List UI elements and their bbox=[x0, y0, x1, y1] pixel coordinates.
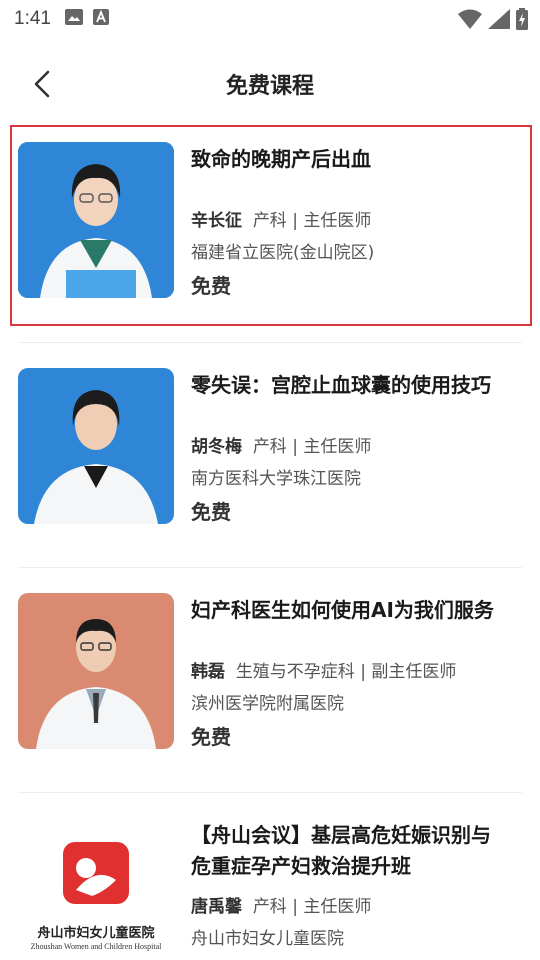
course-item[interactable]: 零失误：宫腔止血球囊的使用技巧 胡冬梅 产科 | 主任医师 南方医科大学珠江医院… bbox=[0, 350, 540, 576]
doctor-name: 韩磊 bbox=[191, 662, 225, 682]
doctor-photo bbox=[18, 368, 174, 524]
divider bbox=[18, 342, 522, 343]
status-bar: 1:41 bbox=[0, 0, 540, 38]
doctor-role: 产科 | 主任医师 bbox=[252, 897, 372, 917]
course-title[interactable]: 零失误：宫腔止血球囊的使用技巧 bbox=[191, 370, 531, 401]
course-title[interactable]: 致命的晚期产后出血 bbox=[191, 144, 531, 175]
hospital-name: 福建省立医院(金山院区) bbox=[191, 243, 375, 263]
status-time: 1:41 bbox=[14, 8, 51, 29]
doctor-role: 产科 | 主任医师 bbox=[252, 437, 372, 457]
price-label: 免费 bbox=[191, 274, 231, 298]
course-item[interactable]: 妇产科医生如何使用AI为我们服务 韩磊 生殖与不孕症科 | 副主任医师 滨州医学… bbox=[0, 575, 540, 801]
course-item[interactable]: 致命的晚期产后出血 辛长征 产科 | 主任医师 福建省立医院(金山院区) 免费 bbox=[0, 124, 540, 350]
hospital-name: 滨州医学院附属医院 bbox=[191, 694, 344, 714]
course-title[interactable]: 【舟山会议】基层高危妊娠识别与 危重症孕产妇救治提升班 bbox=[191, 820, 531, 882]
nav-bar: 免费课程 bbox=[0, 56, 540, 112]
divider bbox=[18, 792, 522, 793]
doctor-name: 辛长征 bbox=[191, 211, 242, 231]
doctor-name: 胡冬梅 bbox=[191, 437, 242, 457]
divider bbox=[18, 567, 522, 568]
doctor-photo bbox=[18, 142, 174, 298]
price-label: 免费 bbox=[191, 725, 231, 749]
doctor-info: 韩磊 生殖与不孕症科 | 副主任医师 bbox=[191, 657, 456, 682]
logo-text-en: Zhoushan Women and Children Hospital bbox=[30, 942, 162, 951]
hospital-name: 南方医科大学珠江医院 bbox=[191, 469, 361, 489]
hospital-name: 舟山市妇女儿童医院 bbox=[191, 929, 344, 949]
text-icon bbox=[92, 9, 109, 29]
course-title[interactable]: 妇产科医生如何使用AI为我们服务 bbox=[191, 595, 531, 626]
price-label: 免费 bbox=[191, 500, 231, 524]
page-title: 免费课程 bbox=[225, 74, 314, 99]
signal-icon bbox=[488, 9, 510, 33]
doctor-role: 产科 | 主任医师 bbox=[252, 211, 372, 231]
doctor-info: 唐禹馨 产科 | 主任医师 bbox=[191, 892, 371, 917]
image-icon bbox=[64, 9, 83, 29]
wifi-icon bbox=[458, 9, 482, 33]
doctor-name: 唐禹馨 bbox=[191, 897, 242, 917]
hospital-logo: 舟山市妇女儿童医院 Zhoushan Women and Children Ho… bbox=[18, 818, 174, 960]
doctor-role: 生殖与不孕症科 | 副主任医师 bbox=[235, 662, 457, 682]
logo-text-cn: 舟山市妇女儿童医院 bbox=[37, 926, 155, 941]
battery-icon bbox=[516, 8, 528, 34]
doctor-info: 胡冬梅 产科 | 主任医师 bbox=[191, 432, 371, 457]
doctor-photo bbox=[18, 593, 174, 749]
course-title-line1: 【舟山会议】基层高危妊娠识别与 bbox=[191, 823, 491, 847]
doctor-info: 辛长征 产科 | 主任医师 bbox=[191, 206, 371, 231]
course-item[interactable]: 舟山市妇女儿童医院 Zhoushan Women and Children Ho… bbox=[0, 800, 540, 960]
course-title-line2: 危重症孕产妇救治提升班 bbox=[191, 854, 411, 878]
